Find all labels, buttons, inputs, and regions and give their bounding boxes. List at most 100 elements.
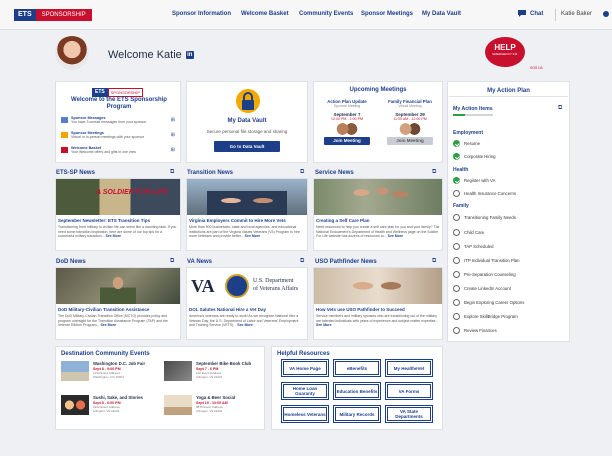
action-item-label: Register with VA: [464, 178, 496, 183]
event-address-line: Arlington, VA 22201: [196, 408, 223, 413]
resource-homeless-veterans[interactable]: Homeless Veterans: [281, 405, 329, 423]
external-link-icon[interactable]: ⧉: [558, 105, 562, 112]
news-photo-people: [344, 183, 414, 215]
action-item[interactable]: Create LinkedIn Account: [453, 285, 511, 292]
external-link-icon[interactable]: ⧉: [300, 258, 304, 265]
resource-va-forms[interactable]: VA Forms: [385, 382, 433, 400]
action-item-label: ITP Individual Transition Plan: [464, 258, 520, 263]
event-title[interactable]: September Bike Book Club: [196, 361, 251, 366]
resource-my-healthevet[interactable]: My HealtheVet: [385, 359, 433, 377]
meeting-time: 12:00 PM - 1:00 PM: [331, 117, 363, 121]
action-item-label: Health Insurance Concerns: [464, 191, 517, 196]
nav-sponsor-information[interactable]: Sponsor Information: [172, 11, 231, 17]
intro-item[interactable]: Sponsor Meetings Virtual or in-person me…: [61, 130, 177, 145]
see-more-link[interactable]: See More: [100, 323, 116, 327]
resource-ebenefits[interactable]: eBenefits: [333, 359, 381, 377]
nav-welcome-basket[interactable]: Welcome Basket: [241, 11, 289, 17]
news-card[interactable]: Virginia Employers Commit to Hire More V…: [186, 178, 308, 251]
external-link-icon[interactable]: ⧉: [432, 169, 436, 176]
event-title[interactable]: Yoga & Beer Social: [196, 395, 235, 400]
intro-item[interactable]: Sponsor Messages You have 3 unread messa…: [61, 115, 177, 130]
action-item[interactable]: Register with VA: [453, 177, 495, 184]
checkbox-icon: [453, 243, 460, 250]
see-more-link[interactable]: See More: [237, 323, 253, 327]
resource-va-home-page[interactable]: VA Home Page: [281, 359, 329, 377]
meeting-item: Family Financial Plan Virtual Meeting Se…: [380, 99, 440, 145]
resource-home-loan-guaranty[interactable]: Home Loan Guaranty: [281, 382, 329, 400]
event-thumbnail[interactable]: [164, 395, 192, 415]
nav-sponsor-meetings[interactable]: Sponsor Meetings: [361, 11, 413, 17]
news-photo-people: [207, 191, 287, 215]
event-title[interactable]: Washington D.C. Job Fair: [93, 361, 145, 366]
user-name[interactable]: Katie Baker: [561, 11, 592, 17]
progress-fill: [453, 114, 465, 116]
welcome-heading: Welcome Katie in: [108, 49, 194, 61]
action-item[interactable]: Pre-Separation Counseling: [453, 271, 516, 278]
logo-ets: ETS: [14, 9, 36, 21]
header-divider: [555, 9, 556, 21]
resource-va-state-departments[interactable]: VA State Departments: [385, 405, 433, 423]
check-icon: [453, 140, 460, 147]
resource-education-benefits[interactable]: Education Benefits: [333, 382, 381, 400]
news-card[interactable]: VA U.S. Department of Veterans Affairs DO…: [186, 267, 308, 340]
event-title[interactable]: Sushi, Sake, and Stories: [93, 395, 143, 400]
open-icon: ⊞: [170, 147, 175, 153]
top-bar: ETS Sponsorship Sponsor Information Welc…: [0, 0, 612, 30]
checkbox-icon: [453, 271, 460, 278]
external-link-icon[interactable]: ⧉: [170, 169, 174, 176]
action-item[interactable]: Resume: [453, 140, 480, 147]
resource-military-records[interactable]: Military Records: [333, 405, 381, 423]
action-item[interactable]: Explore SkillBridge Program: [453, 313, 518, 320]
section-ets-sp-news: ETS-SP News: [56, 170, 95, 176]
data-vault-card: My Data Vault Secure personal file stora…: [186, 81, 308, 163]
event-address: 100 Event Address Arlington, VA 22201: [196, 371, 222, 380]
va-dept-line2: of Veterans Affairs: [253, 286, 299, 292]
news-card[interactable]: DoD Military-Civilian Transition Assista…: [55, 267, 181, 340]
news-card[interactable]: A SOLDIER FOR LIFE September Newsletter:…: [55, 178, 181, 251]
see-more-link[interactable]: See More: [316, 323, 332, 327]
participants-avatars: [336, 123, 358, 135]
action-item[interactable]: Begin Exploring Career Options: [453, 299, 524, 306]
open-icon: ⊞: [170, 117, 175, 123]
linkedin-icon[interactable]: in: [185, 51, 194, 59]
action-item[interactable]: Review Finances: [453, 327, 497, 334]
card-logo-ets: ETS: [92, 88, 108, 97]
event-thumbnail[interactable]: [61, 395, 89, 415]
lock-icon: [236, 89, 260, 113]
news-body: The DoD Military-Civilian Transition Off…: [58, 314, 178, 337]
ets-logo[interactable]: ETS Sponsorship: [14, 8, 92, 22]
help-button[interactable]: HELP EMERGENCY 911: [485, 37, 525, 67]
event-address-line: Washington, DC 20001: [93, 374, 124, 379]
action-item[interactable]: ITP Individual Transition Plan: [453, 257, 520, 264]
join-meeting-button[interactable]: Join Meeting: [387, 137, 433, 145]
nav-community-events[interactable]: Community Events: [299, 11, 353, 17]
see-more-link[interactable]: See More: [105, 234, 121, 238]
action-item[interactable]: Child Care: [453, 229, 484, 236]
news-card[interactable]: How Vets use USO Pathfinder to Succeed S…: [313, 267, 443, 340]
nav-my-data-vault[interactable]: My Data Vault: [422, 11, 461, 17]
basket-icon: [61, 147, 68, 153]
messages-icon: [61, 117, 68, 123]
user-menu-icon[interactable]: [603, 11, 609, 17]
action-item[interactable]: TAP Scheduled: [453, 243, 493, 250]
external-link-icon[interactable]: ⧉: [432, 258, 436, 265]
event-thumbnail[interactable]: [164, 361, 192, 381]
meeting-time: 11:00 AM - 12:00 PM: [393, 117, 427, 121]
intro-item[interactable]: Welcome Basket Your Welcome offers and g…: [61, 145, 177, 160]
news-image-banner: A SOLDIER FOR LIFE: [96, 189, 168, 196]
join-meeting-button[interactable]: Join Meeting: [324, 137, 370, 145]
external-link-icon[interactable]: ⧉: [300, 169, 304, 176]
welcome-program-card: ETS SPONSORSHIP Welcome to the ETS Spons…: [55, 81, 181, 163]
action-item[interactable]: Corporate Hiring: [453, 153, 496, 160]
see-more-link[interactable]: See More: [388, 234, 404, 238]
external-link-icon[interactable]: ⧉: [170, 258, 174, 265]
action-item[interactable]: Health Insurance Concerns: [453, 190, 516, 197]
chat-button[interactable]: Chat: [517, 9, 543, 18]
see-more-link[interactable]: See More: [245, 234, 261, 238]
avatar[interactable]: [55, 36, 89, 70]
event-thumbnail[interactable]: [61, 361, 89, 381]
action-item[interactable]: Transitioning Family Needs: [453, 214, 516, 221]
action-item-label: Child Care: [464, 230, 485, 235]
news-card[interactable]: Creating a Self Care Plan Need resources…: [313, 178, 443, 251]
go-to-data-vault-button[interactable]: Go to Data Vault: [214, 141, 280, 152]
